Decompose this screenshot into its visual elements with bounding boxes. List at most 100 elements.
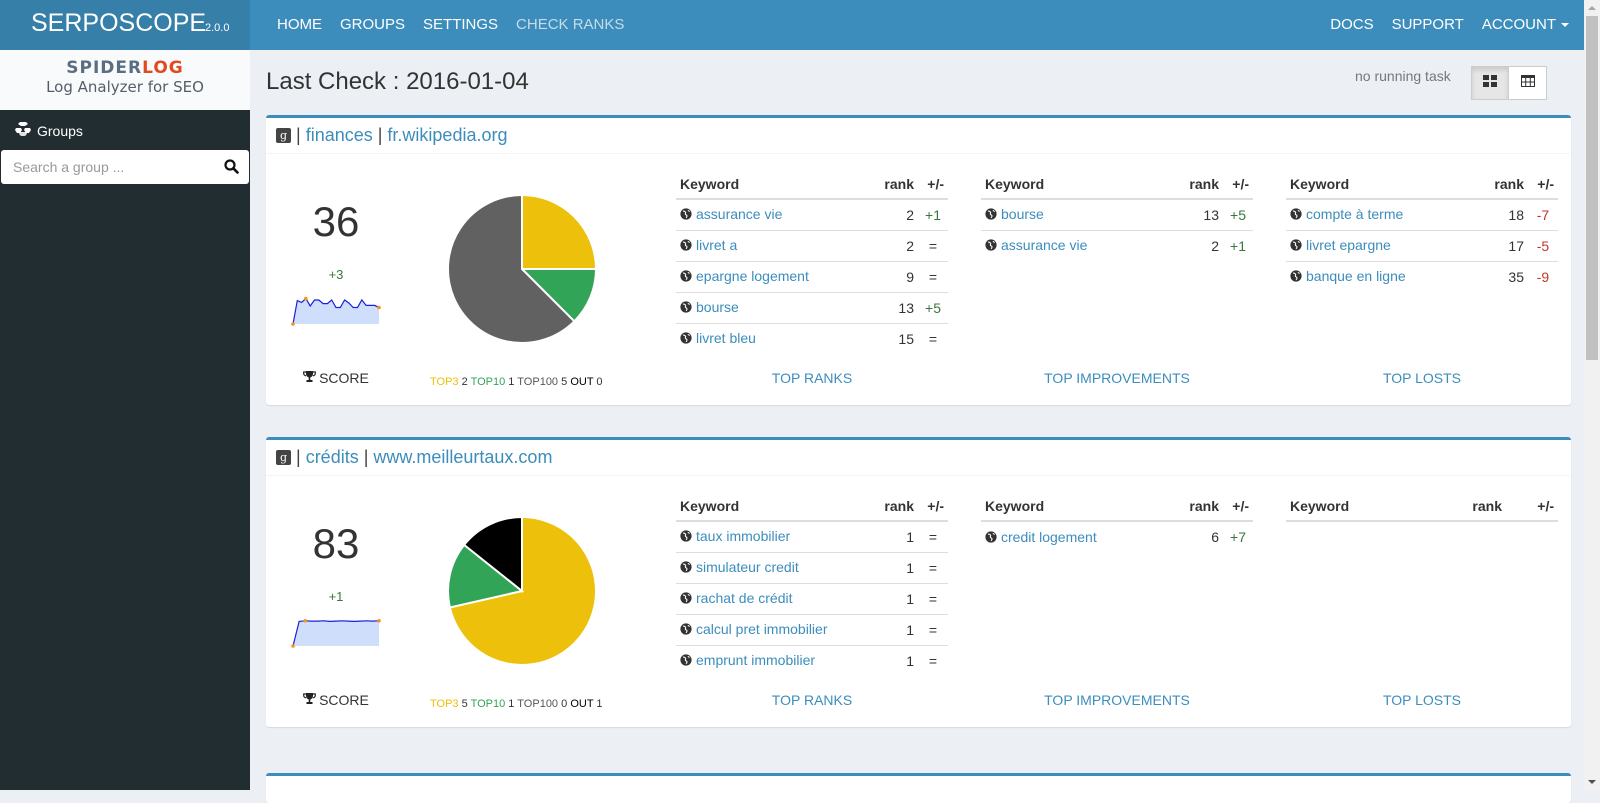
sparkline-min-point (291, 644, 295, 648)
legend-top10-label: TOP10 (470, 376, 506, 388)
scroll-up-arrow[interactable] (1588, 6, 1596, 10)
rank-cell: 1 (870, 583, 918, 615)
table-row: assurance vie 2 +1 (676, 199, 948, 231)
table-row: banque en ligne 35 -9 (1286, 261, 1558, 292)
table-header-row: Keyword rank +/- (1286, 497, 1558, 522)
col-keyword[interactable]: Keyword (1286, 497, 1428, 522)
keyword-link[interactable]: livret bleu (696, 330, 756, 346)
keyword-link[interactable]: emprunt immobilier (696, 652, 815, 668)
delta-cell: = (928, 652, 938, 669)
group-site-link[interactable]: fr.wikipedia.org (387, 125, 507, 146)
col-delta[interactable]: +/- (1223, 497, 1253, 522)
score-label-row: SCORE (266, 370, 406, 386)
col-delta[interactable]: +/- (918, 175, 948, 200)
col-delta[interactable]: +/- (918, 497, 948, 522)
keyword-link[interactable]: calcul pret immobilier (696, 621, 827, 637)
keyword-cell: compte à terme (1286, 199, 1472, 231)
group-search-input[interactable] (1, 158, 211, 176)
grid-view-button[interactable] (1471, 66, 1509, 100)
keyword-link[interactable]: taux immobilier (696, 528, 790, 544)
col-delta[interactable]: +/- (1506, 497, 1558, 522)
table-header-row: Keyword rank +/- (676, 175, 948, 200)
keyword-link[interactable]: assurance vie (1001, 237, 1087, 253)
group-name-link[interactable]: finances (306, 125, 373, 146)
col-keyword[interactable]: Keyword (676, 175, 866, 200)
rank-distribution-pie (447, 194, 597, 344)
rank-cell: 2 (1211, 237, 1219, 254)
legend-top100-label: TOP100 (517, 698, 559, 710)
main-nav: HOME GROUPS SETTINGS CHECK RANKS (268, 0, 633, 50)
table-header-row: Keyword rank +/- (1286, 175, 1558, 200)
col-keyword[interactable]: Keyword (981, 175, 1162, 200)
keyword-link[interactable]: compte à terme (1306, 206, 1403, 222)
table-view-button[interactable] (1509, 66, 1547, 100)
col-rank[interactable]: rank (1471, 175, 1528, 200)
keyword-link[interactable]: assurance vie (696, 206, 782, 222)
top-ranks-link[interactable]: TOP RANKS (662, 692, 962, 708)
nav-docs[interactable]: DOCS (1321, 0, 1382, 50)
google-plus-icon: g (276, 450, 291, 465)
sparkline-last-point (377, 305, 381, 310)
col-rank[interactable]: rank (870, 497, 918, 522)
col-delta[interactable]: +/- (1223, 175, 1253, 200)
google-plus-icon: g (276, 128, 291, 143)
globe-icon (1290, 238, 1302, 254)
top-ranks-link[interactable]: TOP RANKS (662, 370, 962, 386)
separator: | (296, 125, 301, 145)
col-rank[interactable]: rank (1427, 497, 1506, 522)
keyword-cell: bourse (676, 292, 866, 324)
keyword-cell: credit logement (981, 521, 1165, 552)
col-rank[interactable]: rank (865, 175, 918, 200)
group-site-link[interactable]: www.meilleurtaux.com (373, 447, 552, 468)
keyword-link[interactable]: epargne logement (696, 268, 809, 284)
col-keyword[interactable]: Keyword (981, 497, 1166, 522)
nav-check-ranks[interactable]: CHECK RANKS (507, 0, 633, 50)
scrollbar-thumb[interactable] (1586, 16, 1598, 360)
keyword-link[interactable]: bourse (1001, 206, 1044, 222)
col-keyword[interactable]: Keyword (1286, 175, 1472, 200)
table-icon (1520, 74, 1535, 92)
sparkline-area (293, 620, 379, 646)
keyword-link[interactable]: livret a (696, 237, 737, 253)
globe-icon (680, 529, 692, 545)
keyword-cell: livret epargne (1286, 230, 1472, 262)
brand[interactable]: SERPOSCOPE 2.0.0 (0, 0, 250, 50)
delta-cell: +5 (1223, 199, 1253, 231)
top-losts-link[interactable]: TOP LOSTS (1272, 692, 1572, 708)
scroll-down-arrow[interactable] (1588, 780, 1596, 784)
nav-account-dropdown[interactable]: ACCOUNT (1473, 0, 1578, 50)
keyword-link[interactable]: credit logement (1001, 529, 1097, 545)
legend-top3-label: TOP3 (430, 698, 459, 710)
keyword-link[interactable]: rachat de crédit (696, 590, 793, 606)
nav-support[interactable]: SUPPORT (1383, 0, 1473, 50)
top-improvements-link[interactable]: TOP IMPROVEMENTS (967, 692, 1267, 708)
nav-settings[interactable]: SETTINGS (414, 0, 507, 50)
keyword-cell: assurance vie (981, 230, 1162, 261)
top-losts-link[interactable]: TOP LOSTS (1272, 370, 1572, 386)
keyword-link[interactable]: livret epargne (1306, 237, 1391, 253)
group-name-link[interactable]: crédits (306, 447, 359, 468)
nav-groups[interactable]: GROUPS (331, 0, 414, 50)
delta-cell: = (918, 261, 948, 293)
spiderlog-logo[interactable]: SPIDERLOG Log Analyzer for SEO (0, 50, 250, 110)
col-rank[interactable]: rank (1165, 497, 1223, 522)
delta-cell: +1 (918, 199, 948, 231)
col-rank[interactable]: rank (1161, 175, 1223, 200)
search-icon[interactable] (224, 159, 239, 179)
legend-top10-count: 1 (508, 698, 515, 710)
secondary-nav: DOCS SUPPORT ACCOUNT (1321, 0, 1584, 50)
keyword-link[interactable]: simulateur credit (696, 559, 799, 575)
rank-cell: 2 (865, 230, 918, 262)
col-keyword[interactable]: Keyword (676, 497, 871, 522)
keyword-link[interactable]: bourse (696, 299, 739, 315)
col-delta[interactable]: +/- (1528, 175, 1558, 200)
logo-part1: SPIDER (66, 58, 143, 78)
keyword-link[interactable]: banque en ligne (1306, 268, 1406, 284)
top-improvements-link[interactable]: TOP IMPROVEMENTS (967, 370, 1267, 386)
globe-icon (680, 622, 692, 638)
legend-out-count: 1 (596, 698, 603, 710)
page-scrollbar[interactable] (1584, 0, 1600, 790)
nav-home[interactable]: HOME (268, 0, 331, 50)
delta-cell: -5 (1528, 230, 1558, 262)
table-row: epargne logement 9 = (676, 261, 948, 293)
